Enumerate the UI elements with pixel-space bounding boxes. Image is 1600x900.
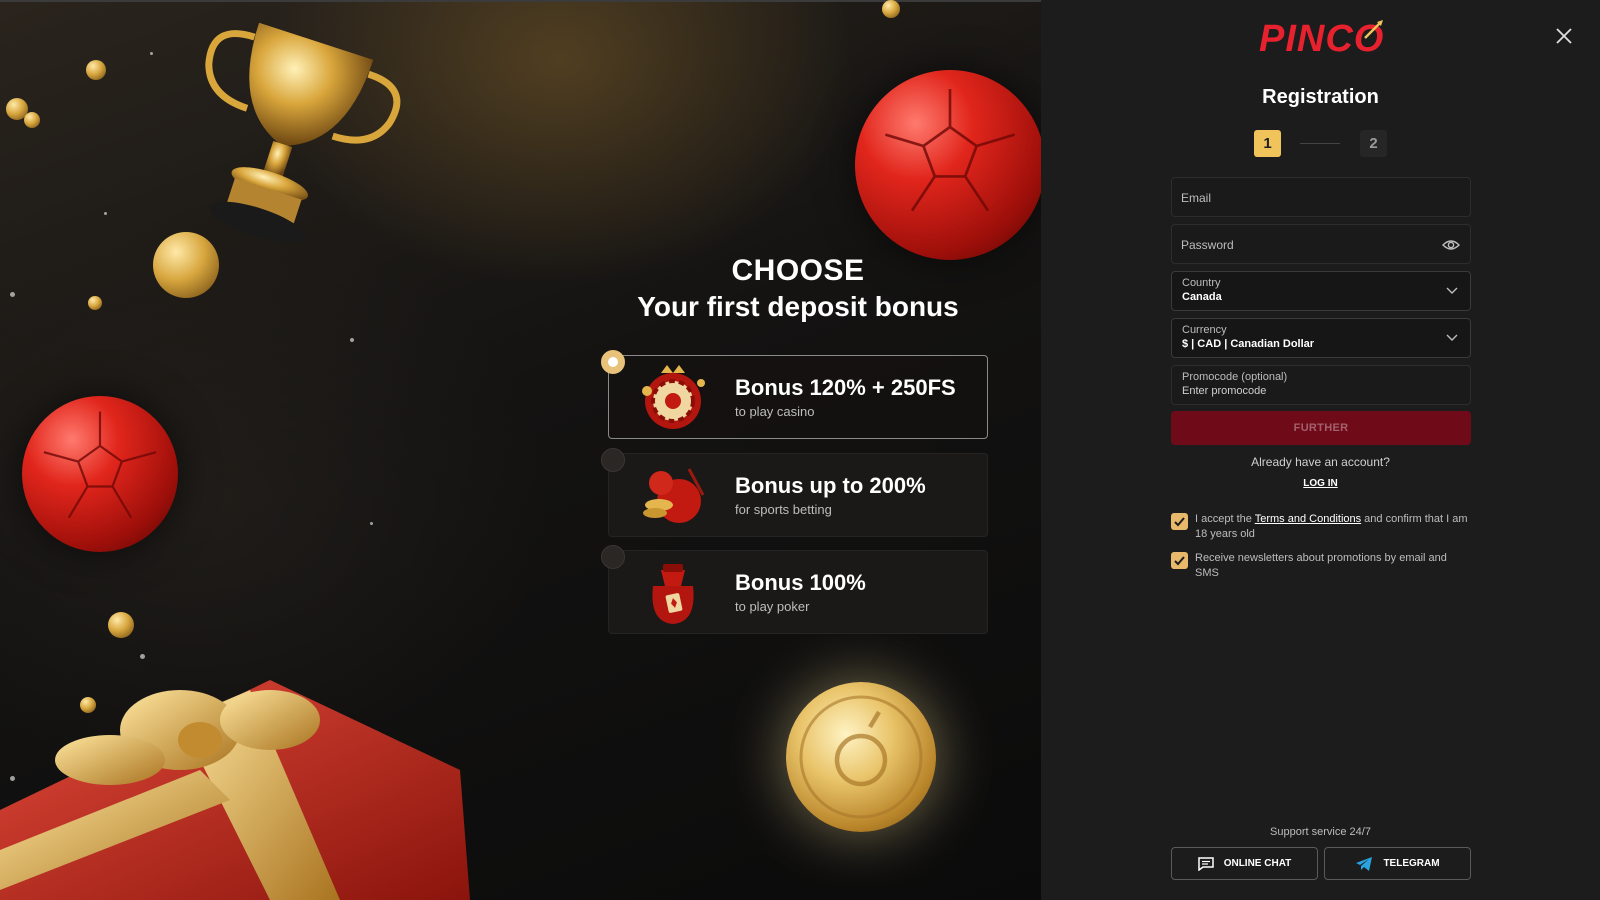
terms-link[interactable]: Terms and Conditions — [1255, 513, 1361, 525]
promo-title-line2: Your first deposit bonus — [637, 291, 959, 322]
country-value: Canada — [1182, 291, 1222, 303]
close-icon[interactable] — [1554, 26, 1574, 46]
sports-ball-icon — [633, 459, 713, 531]
gift-box-icon — [0, 680, 470, 900]
country-label: Country — [1182, 277, 1221, 289]
sparkle — [104, 212, 107, 215]
newsletter-text: Receive newsletters about promotions by … — [1195, 552, 1447, 579]
terms-checkbox[interactable] — [1171, 513, 1188, 530]
sparkle — [140, 654, 145, 659]
email-placeholder: Email — [1181, 191, 1212, 205]
telegram-icon — [1356, 856, 1373, 871]
currency-label: Currency — [1182, 324, 1227, 336]
gold-ball — [882, 0, 900, 18]
soccer-ball-icon — [855, 70, 1041, 260]
bonus-subtitle: for sports betting — [735, 502, 832, 517]
coin-icon — [786, 682, 936, 832]
bonus-option-sports[interactable]: Bonus up to 200% for sports betting — [601, 448, 988, 537]
telegram-button[interactable]: TELEGRAM — [1324, 847, 1471, 880]
support-text: Support service 24/7 — [1270, 826, 1371, 838]
terms-prefix: I accept the — [1195, 513, 1255, 525]
roulette-icon — [633, 361, 713, 433]
promocode-field[interactable]: Promocode (optional) Enter promocode — [1171, 365, 1471, 405]
online-chat-label: ONLINE CHAT — [1223, 858, 1292, 869]
logo-dart-icon — [1364, 20, 1383, 39]
currency-value: $ | CAD | Canadian Dollar — [1182, 338, 1315, 350]
registration-title: Registration — [1262, 86, 1379, 108]
country-select[interactable]: Country Canada — [1171, 271, 1471, 311]
newsletter-checkbox[interactable] — [1171, 552, 1188, 569]
step-1: 1 — [1254, 130, 1281, 157]
step-2: 2 — [1360, 130, 1387, 157]
login-link[interactable]: LOG IN — [1041, 478, 1600, 489]
gold-ball — [24, 112, 40, 128]
sparkle — [10, 292, 15, 297]
promo-title-line1: CHOOSE — [731, 254, 865, 287]
poker-bag-icon — [633, 556, 713, 628]
password-field[interactable]: Password — [1171, 224, 1471, 264]
bonus-subtitle: to play casino — [735, 404, 815, 419]
bonus-option-casino[interactable]: Bonus 120% + 250FS to play casino — [601, 350, 988, 439]
bonus-option-poker[interactable]: Bonus 100% to play poker — [601, 545, 988, 634]
bonus-radio-poker[interactable] — [601, 545, 625, 569]
already-have-account-text: Already have an account? — [1251, 455, 1390, 469]
online-chat-button[interactable]: ONLINE CHAT — [1171, 847, 1318, 880]
currency-select[interactable]: Currency $ | CAD | Canadian Dollar — [1171, 318, 1471, 358]
bonus-title: Bonus 120% + 250FS — [735, 375, 956, 400]
gold-ball — [153, 232, 219, 298]
telegram-label: TELEGRAM — [1383, 858, 1440, 869]
bonus-subtitle: to play poker — [735, 599, 810, 614]
chevron-down-icon — [1446, 334, 1458, 341]
bonus-title: Bonus 100% — [735, 570, 866, 595]
bonus-radio-sports[interactable] — [601, 448, 625, 472]
gold-ball — [88, 296, 102, 310]
trophy-icon — [205, 22, 401, 243]
chevron-down-icon — [1446, 287, 1458, 294]
gold-ball — [86, 60, 106, 80]
registration-panel: PINCO Registration 1 2 Email Password Co… — [1041, 0, 1600, 900]
further-button[interactable]: FURTHER — [1171, 411, 1471, 445]
step-divider — [1300, 143, 1340, 144]
gold-ball — [108, 612, 134, 638]
password-placeholder: Password — [1181, 238, 1234, 252]
pinco-logo: PINCO — [1259, 18, 1383, 62]
newsletter-checkbox-row: Receive newsletters about promotions by … — [1171, 551, 1471, 581]
step-indicator: 1 2 — [1254, 130, 1388, 158]
terms-checkbox-row: I accept the Terms and Conditions and co… — [1171, 512, 1471, 542]
sparkle — [350, 338, 354, 342]
sparkle — [150, 52, 153, 55]
terms-text: I accept the Terms and Conditions and co… — [1195, 512, 1471, 542]
show-password-icon[interactable] — [1442, 238, 1460, 252]
promo-title: CHOOSE Your first deposit bonus — [600, 253, 996, 325]
bonus-title: Bonus up to 200% — [735, 473, 926, 498]
promocode-label: Promocode (optional) — [1182, 371, 1288, 383]
email-field[interactable]: Email — [1171, 177, 1471, 217]
sparkle — [370, 522, 373, 525]
promocode-placeholder: Enter promocode — [1182, 385, 1267, 397]
soccer-ball-icon — [22, 396, 178, 552]
bonus-radio-casino[interactable] — [601, 350, 625, 374]
chat-icon — [1197, 856, 1214, 871]
promo-panel: CHOOSE Your first deposit bonus Bonus 12… — [0, 0, 1041, 900]
